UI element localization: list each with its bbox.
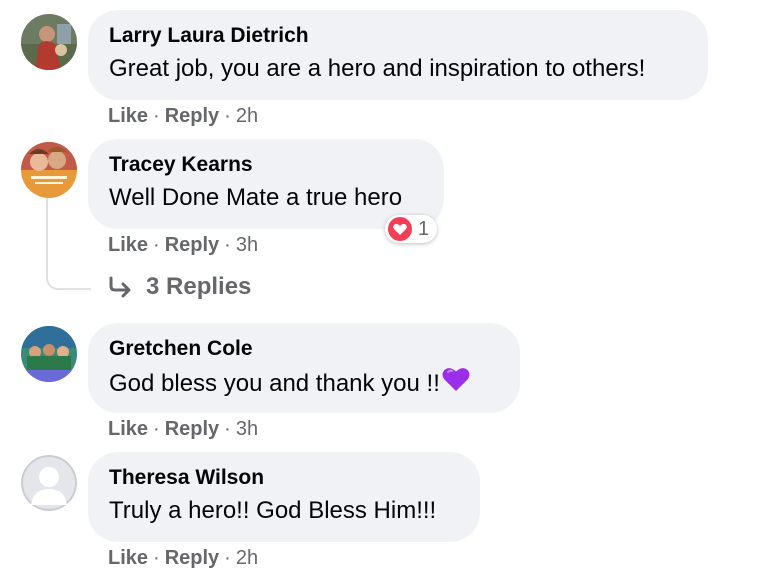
comment-author[interactable]: Larry Laura Dietrich bbox=[109, 23, 687, 49]
love-reaction-icon bbox=[388, 217, 412, 241]
reaction-badge[interactable]: 1 bbox=[385, 215, 438, 243]
separator: · bbox=[153, 234, 160, 256]
comment-timestamp[interactable]: 3h bbox=[236, 234, 258, 256]
separator: · bbox=[224, 105, 231, 127]
comment-timestamp[interactable]: 2h bbox=[236, 105, 258, 127]
comment-text: God bless you and thank you !! bbox=[109, 365, 499, 403]
separator: · bbox=[153, 418, 160, 440]
comment-author[interactable]: Gretchen Cole bbox=[109, 336, 499, 362]
reply-button[interactable]: Reply bbox=[165, 418, 219, 440]
reply-button[interactable]: Reply bbox=[165, 234, 219, 256]
separator: · bbox=[153, 105, 160, 127]
comment-text: Truly a hero!! God Bless Him!!! bbox=[109, 497, 437, 524]
comment-actions: Like · Reply · 2h bbox=[108, 545, 258, 571]
like-button[interactable]: Like bbox=[108, 418, 148, 440]
comment-actions: Like · Reply · 3h bbox=[108, 416, 258, 442]
comments-feed: Larry Laura Dietrich Great job, you are … bbox=[0, 0, 782, 575]
comment-author[interactable]: Tracey Kearns bbox=[109, 152, 423, 178]
comment-actions: Like · Reply · 2h bbox=[108, 103, 258, 129]
reply-arrow-icon bbox=[109, 276, 131, 298]
separator: · bbox=[224, 547, 231, 569]
comment-bubble: Theresa Wilson Truly a hero!! God Bless … bbox=[88, 452, 480, 542]
separator: · bbox=[153, 547, 160, 569]
like-button[interactable]: Like bbox=[108, 105, 148, 127]
avatar[interactable] bbox=[21, 14, 77, 70]
comment-author[interactable]: Theresa Wilson bbox=[109, 465, 459, 491]
view-replies-link[interactable]: 3 Replies bbox=[108, 273, 251, 301]
comment-text: Well Done Mate a true hero bbox=[109, 184, 403, 211]
avatar[interactable] bbox=[21, 142, 77, 198]
view-replies-label: 3 Replies bbox=[146, 273, 252, 300]
comment-bubble: Gretchen Cole God bless you and thank yo… bbox=[88, 323, 520, 413]
reaction-count: 1 bbox=[418, 218, 430, 240]
avatar[interactable] bbox=[21, 455, 77, 511]
like-button[interactable]: Like bbox=[108, 547, 148, 569]
reply-button[interactable]: Reply bbox=[165, 105, 219, 127]
comment-bubble: Larry Laura Dietrich Great job, you are … bbox=[88, 10, 708, 100]
thread-connector-line bbox=[46, 198, 91, 290]
comment-actions: Like · Reply · 3h bbox=[108, 232, 258, 258]
comment-text: Great job, you are a hero and inspiratio… bbox=[109, 55, 646, 82]
comment-timestamp[interactable]: 3h bbox=[236, 418, 258, 440]
purple-heart-icon bbox=[441, 365, 471, 403]
reply-button[interactable]: Reply bbox=[165, 547, 219, 569]
comment-bubble: Tracey Kearns Well Done Mate a true hero bbox=[88, 139, 444, 229]
avatar[interactable] bbox=[21, 326, 77, 382]
separator: · bbox=[224, 234, 231, 256]
comment-timestamp[interactable]: 2h bbox=[236, 547, 258, 569]
separator: · bbox=[224, 418, 231, 440]
like-button[interactable]: Like bbox=[108, 234, 148, 256]
